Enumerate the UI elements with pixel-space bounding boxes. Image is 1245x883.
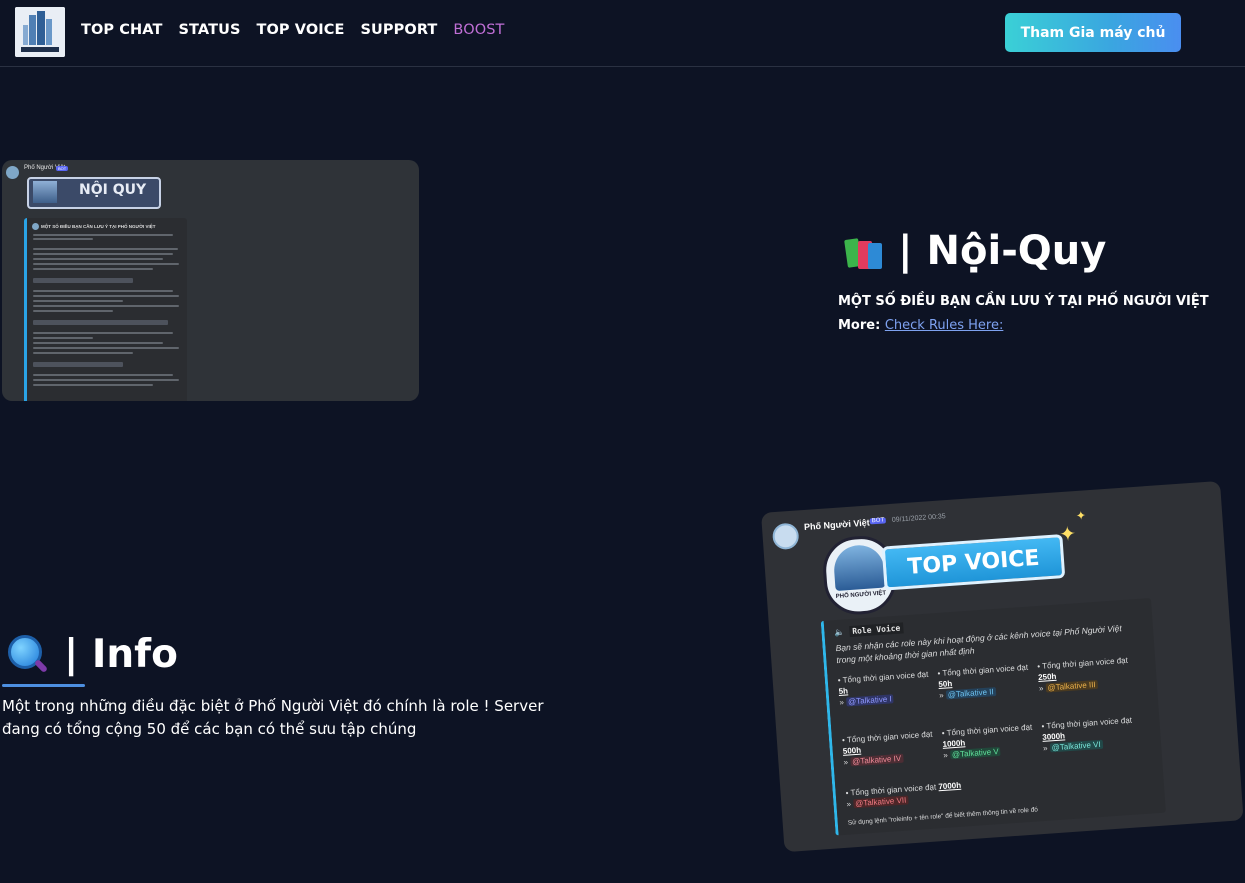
rules-description: MỘT SỐ ĐIỀU BẠN CẦN LƯU Ý TẠI PHỐ NGƯỜI … (838, 294, 1209, 309)
text-line (33, 384, 153, 386)
bot-avatar (771, 522, 800, 551)
nav-top-chat[interactable]: TOP CHAT (81, 22, 162, 38)
books-icon (842, 231, 886, 271)
role-item: • Tổng thời gian voice đạt 7000h » @Talk… (845, 780, 962, 809)
rules-screenshot: Phố Người Việt BOT NỘI QUY MỘT SỐ ĐIỀU B… (2, 160, 419, 401)
role-item: • Tổng thời gian voice đạt 50h » @Talkat… (937, 662, 1029, 701)
role-item: • Tổng thời gian voice đạt 250h » @Talka… (1037, 655, 1129, 694)
sparkle-icon: ✦ (1058, 523, 1077, 547)
text-line (33, 337, 93, 339)
role-label: • Tổng thời gian voice đạt (941, 722, 1033, 738)
role-hours: 1000h (942, 738, 966, 749)
rules-banner: NỘI QUY (27, 177, 161, 209)
role-item: • Tổng thời gian voice đạt 1000h » @Talk… (941, 722, 1033, 760)
sparkle-icon: ✦ (1075, 508, 1087, 524)
role-mention: @Talkative VI (1049, 739, 1103, 753)
top-voice-banner: TOP VOICE (881, 534, 1066, 591)
rules-more: More: Check Rules Here: (838, 318, 1003, 333)
bot-tag: BOT (869, 517, 887, 525)
nav-top-voice[interactable]: TOP VOICE (256, 22, 344, 38)
text-line (33, 379, 179, 381)
role-hours: 5h (838, 686, 849, 697)
top-nav: TOP CHAT STATUS TOP VOICE SUPPORT BOOST … (0, 0, 1245, 67)
city-logo-icon (15, 7, 65, 57)
role-mention: @Talkative IV (849, 753, 904, 767)
city-icon (33, 181, 57, 203)
embed-icon (32, 223, 39, 230)
text-line (33, 374, 173, 376)
nav-support[interactable]: SUPPORT (361, 22, 438, 38)
bot-tag: BOT (56, 166, 69, 171)
rules-banner-text: NỘI QUY (79, 182, 147, 198)
text-line (33, 268, 153, 270)
role-mention: @Talkative III (1045, 679, 1098, 693)
embed-header-text: Role Voice (848, 622, 904, 638)
text-line (33, 347, 179, 349)
role-label: • Tổng thời gian voice đạt (1037, 655, 1129, 672)
rules-embed-title: MỘT SỐ ĐIỀU BẠN CẦN LƯU Ý TẠI PHỐ NGƯỜI … (41, 224, 156, 229)
text-line (33, 238, 93, 240)
magnifier-icon (6, 633, 50, 677)
text-line (33, 300, 123, 302)
rules-heading: | Nội-Quy (842, 228, 1106, 274)
role-label: • Tổng thời gian voice đạt (1041, 715, 1133, 731)
join-server-button[interactable]: Tham Gia máy chủ (1005, 13, 1181, 52)
role-label: • Tổng thời gian voice đạt (837, 669, 929, 686)
role-label: • Tổng thời gian voice đạt (841, 729, 933, 745)
text-line (33, 258, 163, 260)
role-label: • Tổng thời gian voice đạt (937, 662, 1029, 679)
role-mention: @Talkative VII (852, 795, 909, 809)
text-line (33, 310, 113, 312)
nav-links: TOP CHAT STATUS TOP VOICE SUPPORT BOOST (81, 22, 505, 38)
code-line (33, 320, 168, 325)
role-hours: 50h (938, 679, 953, 690)
role-label: • Tổng thời gian voice đạt (845, 782, 937, 798)
more-label: More: (838, 318, 881, 333)
embed-header: 🔈 Role Voice (834, 622, 904, 638)
info-heading: | Info (6, 632, 178, 677)
text-line (33, 305, 179, 307)
nav-status[interactable]: STATUS (178, 22, 240, 38)
text-line (33, 263, 179, 265)
server-logo[interactable] (15, 7, 65, 57)
role-mention: @Talkative I (845, 694, 894, 707)
text-line (33, 342, 163, 344)
nav-boost[interactable]: BOOST (453, 22, 504, 38)
text-line (33, 234, 173, 236)
role-item: • Tổng thời gian voice đạt 500h » @Talka… (841, 729, 933, 767)
bot-avatar (6, 166, 19, 179)
role-item: • Tổng thời gian voice đạt 3000h » @Talk… (1041, 715, 1133, 753)
role-hours: 250h (1037, 671, 1057, 683)
text-line (33, 352, 133, 354)
role-mention: @Talkative V (949, 746, 1002, 760)
info-underline (2, 684, 85, 687)
role-hours: 3000h (1042, 731, 1066, 742)
city-icon (832, 543, 886, 591)
role-mention: @Talkative II (945, 687, 996, 700)
info-description: Một trong những điều đặc biệt ở Phố Ngườ… (2, 697, 544, 738)
text-line (33, 290, 173, 292)
message-timestamp: 09/11/2022 00:35 (891, 513, 946, 524)
role-hours: 500h (842, 745, 862, 756)
top-voice-screenshot: Phố Người Việt BOT 09/11/2022 00:35 PHỐ … (761, 480, 1244, 853)
bot-name: Phố Người Việt (803, 517, 871, 533)
role-item: • Tổng thời gian voice đạt 5h » @Talkati… (837, 669, 929, 707)
text-line (33, 248, 178, 250)
info-title: | Info (64, 632, 178, 677)
role-hours: 7000h (938, 780, 962, 792)
text-line (33, 332, 173, 334)
badge-caption: PHỐ NGƯỜI VIỆT (835, 590, 887, 600)
text-line (33, 253, 173, 255)
code-line (33, 278, 133, 283)
code-line (33, 362, 123, 367)
rules-title: | Nội-Quy (898, 228, 1107, 274)
check-rules-link[interactable]: Check Rules Here: (885, 318, 1004, 333)
rules-embed: MỘT SỐ ĐIỀU BẠN CẦN LƯU Ý TẠI PHỐ NGƯỜI … (24, 218, 187, 401)
embed-footer-note: Sử dụng lệnh "roleinfo + tên role" để bi… (847, 806, 1039, 827)
role-voice-embed: 🔈 Role Voice Bạn sẽ nhận các role này kh… (820, 598, 1166, 836)
text-line (33, 295, 179, 297)
